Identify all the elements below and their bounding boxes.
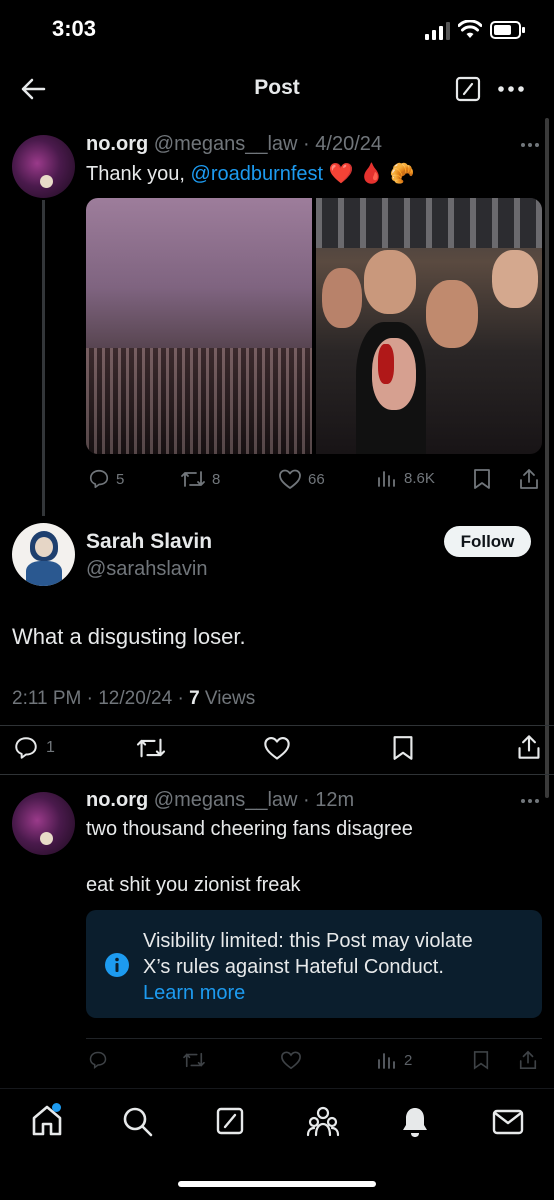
heart-icon[interactable] bbox=[280, 1050, 302, 1070]
reply-count: 1 bbox=[46, 739, 55, 756]
heart-icon bbox=[279, 469, 301, 489]
repost-action[interactable]: 8 bbox=[180, 468, 220, 490]
notice-text-line-2: X’s rules against Hateful Conduct. bbox=[143, 956, 444, 978]
reply-text-line-2: eat shit you zionist freak bbox=[86, 874, 301, 896]
reply-icon bbox=[15, 737, 37, 759]
repost-icon[interactable] bbox=[182, 1050, 206, 1070]
share-icon[interactable] bbox=[516, 734, 542, 760]
mention-link[interactable]: @roadburnfest bbox=[191, 163, 324, 185]
thread-line bbox=[42, 200, 45, 516]
media-crowd-photo[interactable] bbox=[86, 198, 312, 454]
visibility-notice: Visibility limited: this Post may violat… bbox=[86, 910, 542, 1018]
post-timestamp: 2:11 PM · 12/20/24 · 7 Views bbox=[12, 688, 255, 710]
compose-icon[interactable] bbox=[455, 76, 481, 102]
repost-count: 8 bbox=[212, 470, 221, 488]
reply-action[interactable]: 1 bbox=[12, 735, 55, 761]
views-label: Views bbox=[199, 688, 256, 709]
display-name[interactable]: no.org bbox=[86, 789, 148, 811]
signal-icon bbox=[425, 22, 450, 40]
post-more-icon[interactable] bbox=[520, 798, 540, 804]
reply-text-line-1: two thousand cheering fans disagree bbox=[86, 818, 413, 840]
views-count: 2 bbox=[404, 1051, 413, 1069]
handle-and-time: @megans__law · 12m bbox=[153, 789, 355, 811]
avatar[interactable] bbox=[12, 523, 75, 586]
share-icon[interactable] bbox=[518, 468, 540, 490]
divider bbox=[86, 1038, 542, 1039]
more-options-icon[interactable] bbox=[498, 85, 524, 93]
wifi-icon bbox=[458, 20, 482, 38]
bookmark-icon[interactable] bbox=[391, 734, 415, 762]
notifications-bell-icon[interactable] bbox=[401, 1105, 429, 1139]
heart-icon[interactable] bbox=[263, 735, 291, 761]
follow-button[interactable]: Follow bbox=[444, 526, 531, 557]
display-name[interactable]: no.org bbox=[86, 133, 148, 155]
display-name[interactable]: Sarah Slavin bbox=[86, 530, 212, 554]
bookmark-icon[interactable] bbox=[472, 468, 492, 490]
divider bbox=[0, 725, 554, 726]
post-text: Thank you, @roadburnfest ❤️ 🩸 🥐 bbox=[86, 161, 415, 186]
like-action[interactable]: 66 bbox=[278, 468, 325, 490]
views-number: 7 bbox=[189, 688, 200, 709]
battery-icon bbox=[490, 21, 525, 39]
scrollbar[interactable] bbox=[545, 118, 549, 798]
views-action[interactable]: 8.6K bbox=[376, 468, 435, 488]
reply-count: 5 bbox=[116, 470, 125, 488]
grok-icon[interactable] bbox=[216, 1107, 244, 1135]
share-icon[interactable] bbox=[518, 1050, 538, 1070]
divider bbox=[0, 774, 554, 775]
timestamp-text: 2:11 PM · 12/20/24 · bbox=[12, 688, 190, 709]
reply-icon bbox=[89, 469, 109, 489]
search-icon[interactable] bbox=[122, 1106, 154, 1138]
info-icon bbox=[105, 953, 129, 977]
handle-and-time: @megans__law · 4/20/24 bbox=[153, 133, 382, 155]
bookmark-icon[interactable] bbox=[472, 1050, 490, 1070]
analytics-icon bbox=[378, 471, 395, 487]
messages-icon[interactable] bbox=[492, 1109, 524, 1135]
views-count: 8.6K bbox=[404, 469, 435, 487]
status-bar: 3:03 bbox=[0, 0, 554, 60]
status-time: 3:03 bbox=[52, 16, 97, 41]
communities-icon[interactable] bbox=[306, 1105, 340, 1137]
like-count: 66 bbox=[308, 470, 325, 488]
avatar[interactable] bbox=[12, 792, 75, 855]
post-text: What a disgusting loser. bbox=[12, 624, 246, 649]
analytics-icon bbox=[378, 1053, 395, 1069]
media-selfie-photo[interactable] bbox=[316, 198, 542, 454]
repost-icon bbox=[181, 471, 205, 487]
notice-text-line-1: Visibility limited: this Post may violat… bbox=[143, 930, 473, 952]
views-action[interactable]: 2 bbox=[376, 1050, 412, 1070]
reply-action[interactable]: 5 bbox=[88, 468, 124, 490]
notification-dot bbox=[52, 1103, 61, 1112]
home-indicator[interactable] bbox=[178, 1181, 376, 1187]
post-more-icon[interactable] bbox=[520, 142, 540, 148]
avatar[interactable] bbox=[12, 135, 75, 198]
reply-icon[interactable] bbox=[88, 1050, 108, 1070]
tab-home[interactable] bbox=[30, 1103, 64, 1137]
post-text-prefix: Thank you, bbox=[86, 163, 191, 185]
repost-icon[interactable] bbox=[135, 735, 167, 761]
post-emojis: ❤️ 🩸 🥐 bbox=[328, 163, 415, 185]
handle[interactable]: @sarahslavin bbox=[86, 558, 207, 581]
learn-more-link[interactable]: Learn more bbox=[143, 980, 473, 1006]
